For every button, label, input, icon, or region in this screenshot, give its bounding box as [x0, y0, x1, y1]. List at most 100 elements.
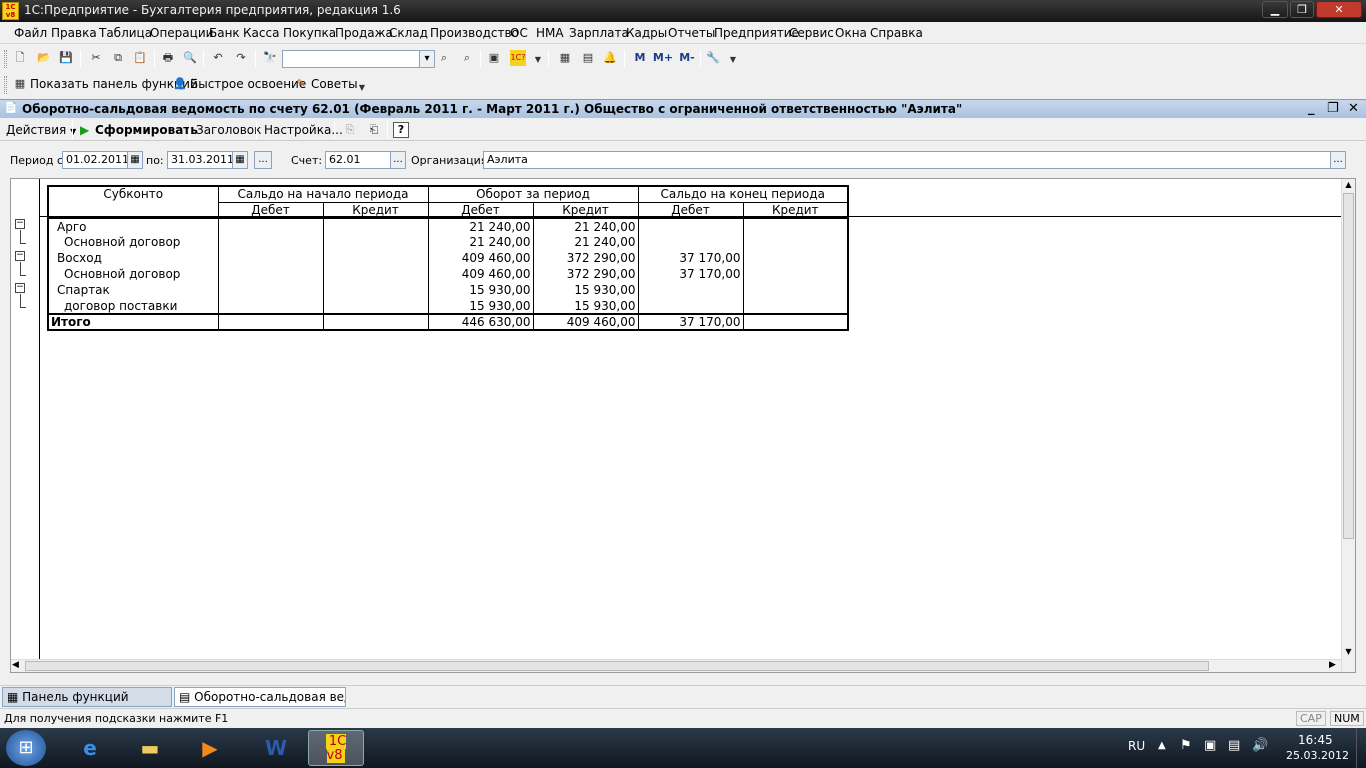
media-player-icon[interactable]: ▶ — [182, 730, 238, 766]
menu-service[interactable]: Сервис — [789, 26, 834, 40]
menu-help[interactable]: Справка — [870, 26, 923, 40]
word-icon[interactable]: W — [248, 730, 304, 766]
show-hidden-icons-icon[interactable]: ▲ — [1158, 740, 1166, 751]
start-button[interactable]: ⊞ — [6, 730, 46, 766]
window-tabs: ▦ Панель функций ▤ Оборотно-сальдовая ве… — [0, 685, 1366, 707]
tab-function-panel[interactable]: ▦ Панель функций — [2, 687, 172, 707]
menu-bank[interactable]: Банк — [209, 26, 240, 40]
close-button[interactable]: ✕ — [1316, 1, 1362, 18]
windows-icon[interactable]: ▣ — [486, 50, 502, 66]
find-next-icon[interactable]: ⌕ — [436, 50, 452, 66]
1c-help-icon[interactable]: 1С? — [510, 50, 526, 66]
paste-icon[interactable]: 📋 — [132, 50, 148, 66]
scroll-down-icon[interactable]: ▼ — [1343, 647, 1354, 659]
open-icon[interactable]: 📂 — [36, 50, 52, 66]
1c-taskbar-icon[interactable]: 1С v8 — [308, 730, 364, 766]
dropdown-arrow-icon[interactable]: ▼ — [725, 52, 741, 68]
help-button[interactable]: ? — [393, 122, 409, 138]
generate-button[interactable]: Сформировать — [95, 123, 198, 137]
menu-file[interactable]: Файл — [14, 26, 47, 40]
minimize-button[interactable]: ▁ — [1262, 1, 1288, 18]
tools-icon[interactable]: 🔧 — [705, 50, 721, 66]
collapse-group-button[interactable]: − — [15, 283, 25, 293]
tips-button[interactable]: Советы — [311, 77, 358, 91]
scroll-right-icon[interactable]: ▶ — [1329, 660, 1341, 670]
reminder-icon[interactable]: 🔔 — [602, 50, 618, 66]
scroll-left-icon[interactable]: ◀ — [12, 660, 24, 670]
tab-turnover-report[interactable]: ▤ Оборотно-сальдовая ведом... — [174, 687, 346, 707]
volume-icon[interactable]: 🔊 — [1252, 738, 1268, 753]
redo-icon[interactable]: ↷ — [233, 50, 249, 66]
memory-button[interactable]: M — [632, 50, 648, 66]
network-icon[interactable]: ▤ — [1228, 738, 1240, 753]
header-button[interactable]: Заголовок — [196, 123, 261, 137]
menu-intangible[interactable]: НМА — [536, 26, 564, 40]
dropdown-arrow-icon[interactable]: ▼ — [530, 52, 546, 68]
report-spreadsheet[interactable]: − − − Субконто Сальдо на начало периода … — [10, 178, 1356, 673]
doc-minimize-button[interactable]: _ — [1308, 101, 1315, 116]
settings-button[interactable]: Настройка... — [264, 123, 343, 137]
search-dropdown-button[interactable]: ▾ — [419, 50, 435, 68]
flag-icon[interactable]: ⚑ — [1180, 738, 1192, 753]
menu-salary[interactable]: Зарплата — [569, 26, 629, 40]
menu-production[interactable]: Производство — [430, 26, 519, 40]
collapse-group-button[interactable]: − — [15, 219, 25, 229]
settings-load-icon[interactable]: ⎘ — [342, 122, 358, 138]
save-icon[interactable]: 💾 — [58, 50, 74, 66]
new-document-icon[interactable]: 🗋 — [12, 50, 28, 66]
language-indicator[interactable]: RU — [1128, 739, 1145, 753]
search-combo[interactable] — [282, 50, 420, 68]
cut-icon[interactable]: ✂ — [88, 50, 104, 66]
menu-purchase[interactable]: Покупка — [283, 26, 336, 40]
copy-icon[interactable]: ⧉ — [110, 50, 126, 66]
settings-save-icon[interactable]: ⎗ — [366, 122, 382, 138]
doc-restore-button[interactable]: ❐ — [1327, 101, 1339, 116]
organization-select-button[interactable]: ... — [1330, 151, 1346, 169]
dropdown-arrow-icon[interactable]: ▼ — [354, 80, 370, 96]
calendar-from-button[interactable]: ▦ — [127, 151, 143, 169]
clock-time[interactable]: 16:45 — [1298, 733, 1333, 747]
vertical-scrollbar[interactable]: ▲ ▼ — [1341, 179, 1355, 672]
vertical-scroll-thumb[interactable] — [1343, 193, 1354, 539]
menu-personnel[interactable]: Кадры — [626, 26, 667, 40]
menu-table[interactable]: Таблица — [99, 26, 152, 40]
menu-warehouse[interactable]: Склад — [389, 26, 428, 40]
period-select-button[interactable]: ... — [254, 151, 272, 169]
menu-operations[interactable]: Операции — [150, 26, 213, 40]
period-to-input[interactable]: 31.03.2011 — [167, 151, 233, 169]
menu-sales[interactable]: Продажа — [335, 26, 393, 40]
collapse-group-button[interactable]: − — [15, 251, 25, 261]
actions-menu[interactable]: Действия ▼ — [6, 123, 76, 137]
memory-plus-button[interactable]: M+ — [652, 50, 674, 66]
horizontal-scroll-thumb[interactable] — [25, 661, 1209, 671]
memory-minus-button[interactable]: M- — [676, 50, 698, 66]
undo-icon[interactable]: ↶ — [210, 50, 226, 66]
menu-windows[interactable]: Окна — [835, 26, 867, 40]
explorer-folder-icon[interactable]: ▬ — [122, 730, 178, 766]
device-icon[interactable]: ▣ — [1204, 738, 1216, 753]
account-select-button[interactable]: ... — [390, 151, 406, 169]
organization-input[interactable]: Аэлита — [483, 151, 1331, 169]
calculator-icon[interactable]: ▦ — [557, 50, 573, 66]
period-from-input[interactable]: 01.02.2011 — [62, 151, 128, 169]
calendar-to-button[interactable]: ▦ — [232, 151, 248, 169]
horizontal-scrollbar[interactable]: ◀ ▶ — [11, 659, 1341, 672]
preview-icon[interactable]: 🔍 — [182, 50, 198, 66]
quick-learn-button[interactable]: Быстрое освоение — [190, 77, 306, 91]
clock-date[interactable]: 25.03.2012 — [1286, 749, 1349, 762]
calendar-icon[interactable]: ▤ — [580, 50, 596, 66]
menu-fixed-assets[interactable]: ОС — [510, 26, 528, 40]
menu-edit[interactable]: Правка — [51, 26, 97, 40]
menu-reports[interactable]: Отчеты — [668, 26, 715, 40]
doc-close-button[interactable]: ✕ — [1348, 101, 1359, 116]
account-input[interactable]: 62.01 — [325, 151, 391, 169]
menu-cash[interactable]: Касса — [243, 26, 279, 40]
internet-explorer-icon[interactable]: e — [62, 730, 118, 766]
scroll-up-icon[interactable]: ▲ — [1343, 180, 1354, 192]
restore-button[interactable]: ❐ — [1290, 1, 1314, 18]
show-desktop-button[interactable] — [1356, 728, 1366, 768]
find-icon[interactable]: 🔭 — [262, 50, 278, 66]
menu-enterprise[interactable]: Предприятие — [714, 26, 799, 40]
print-icon[interactable]: 🖶 — [160, 50, 176, 66]
find-prev-icon[interactable]: ⌕ — [459, 50, 475, 66]
